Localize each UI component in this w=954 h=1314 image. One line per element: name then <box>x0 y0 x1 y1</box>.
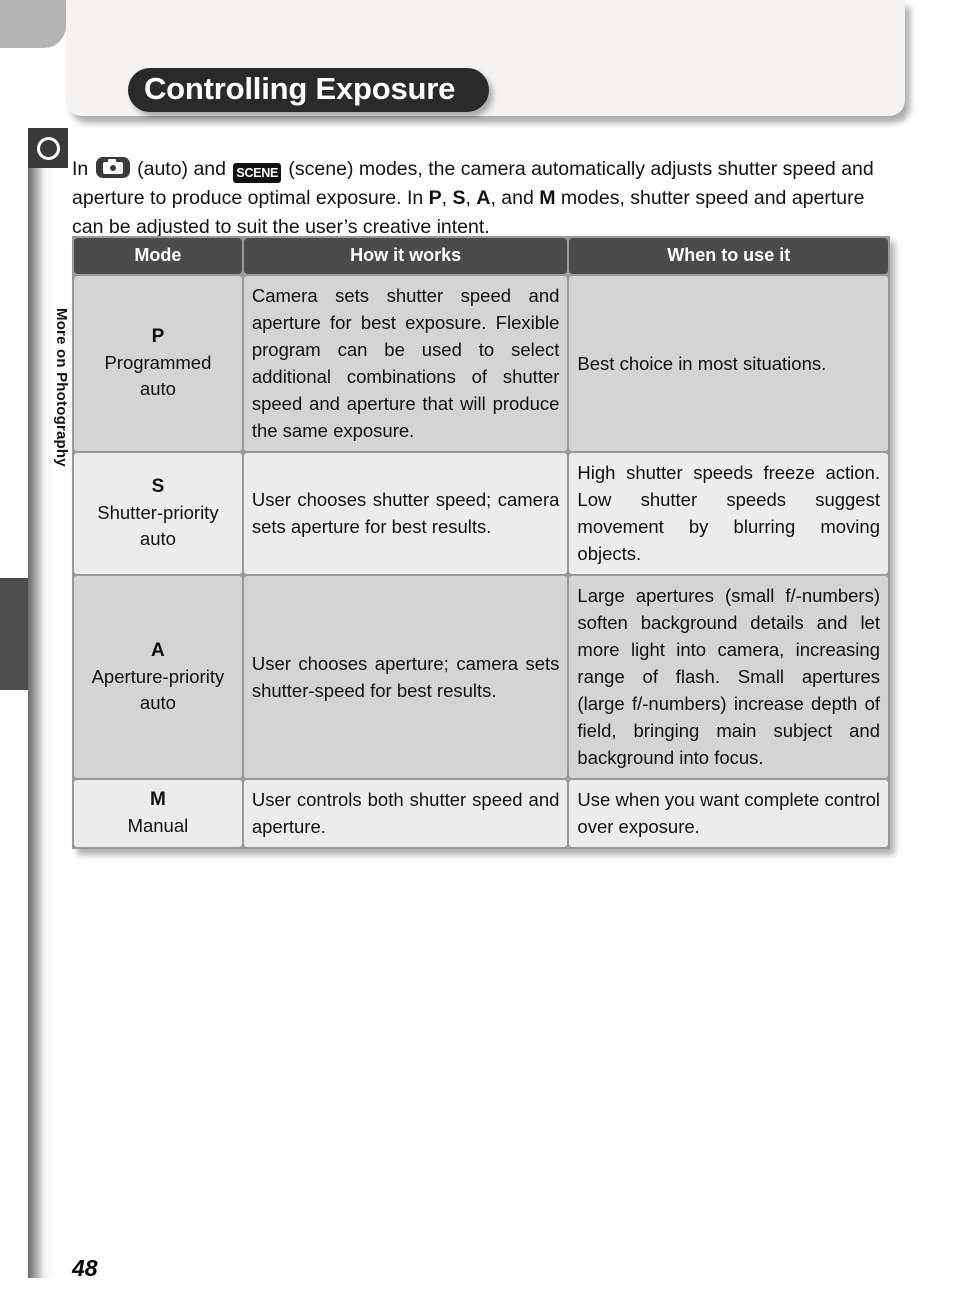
column-header-when-to-use-it: When to use it <box>569 238 888 274</box>
table-row: P Programmed auto Camera sets shutter sp… <box>74 276 888 451</box>
cell-mode: A Aperture-priority auto <box>74 576 242 778</box>
page-title-banner: Controlling Exposure <box>128 68 490 112</box>
table-header-row: Mode How it works When to use it <box>74 238 888 274</box>
column-header-mode: Mode <box>74 238 242 274</box>
mode-name-line1: Programmed <box>104 352 212 373</box>
table-row: M Manual User controls both shutter spee… <box>74 780 888 847</box>
camera-bump-shape <box>107 159 116 163</box>
chapter-side-strip: More on Photography <box>28 128 70 1278</box>
cell-when-to-use-it: High shutter speeds freeze action. Low s… <box>569 453 888 574</box>
cell-how-it-works: User chooses shutter speed; camera sets … <box>243 453 568 574</box>
mode-name-line2: auto <box>139 378 176 399</box>
mode-name-line1: Manual <box>127 815 189 836</box>
table-row: S Shutter-priority auto User chooses shu… <box>74 453 888 574</box>
mode-letter-m-inline: M <box>539 186 556 209</box>
cell-mode: P Programmed auto <box>74 276 242 451</box>
ring-icon <box>28 128 68 168</box>
cell-when-to-use-it: Use when you want complete control over … <box>569 780 888 847</box>
column-header-how-it-works: How it works <box>243 238 568 274</box>
edge-index-tab <box>0 578 28 690</box>
intro-sep-1: , <box>441 186 453 209</box>
ring-icon-shape <box>36 136 60 160</box>
cell-mode: S Shutter-priority auto <box>74 453 242 574</box>
intro-text-2: (auto) and <box>131 157 232 180</box>
mode-name-line1: Shutter-priority <box>97 502 219 523</box>
mode-letter-s-inline: S <box>452 186 466 209</box>
intro-text-1: In <box>72 157 94 180</box>
mode-name-line2: auto <box>139 691 176 713</box>
page-title: Controlling Exposure <box>144 71 456 106</box>
mode-name-line2: auto <box>139 528 176 549</box>
mode-letter: M <box>150 789 166 810</box>
mode-letter: P <box>151 326 165 347</box>
cell-when-to-use-it: Best choice in most situations. <box>569 276 888 451</box>
page-corner-tab <box>0 0 66 48</box>
scene-mode-icon: SCENE <box>233 162 281 183</box>
table-row: A Aperture-priority auto User chooses ap… <box>74 576 888 778</box>
chapter-label: More on Photography <box>53 308 70 467</box>
intro-sep-3: , and <box>490 186 540 209</box>
cell-how-it-works: User controls both shutter speed and ape… <box>243 780 568 847</box>
exposure-mode-table: Mode How it works When to use it P Progr… <box>72 236 890 849</box>
intro-paragraph: In (auto) and SCENE (scene) modes, the c… <box>72 155 900 242</box>
camera-auto-icon <box>95 156 130 178</box>
exposure-mode-table-wrapper: Mode How it works When to use it P Progr… <box>72 236 890 849</box>
cell-how-it-works: Camera sets shutter speed and aperture f… <box>243 276 568 451</box>
page-number: 48 <box>72 1255 98 1281</box>
mode-letter-a-inline: A <box>476 186 491 209</box>
cell-when-to-use-it: Large apertures (small f/-numbers) softe… <box>569 576 888 778</box>
mode-letter: A <box>151 639 165 661</box>
mode-name-line1: Aperture-priority <box>91 665 225 687</box>
camera-lens-shape <box>109 164 116 171</box>
mode-letter: S <box>151 476 165 497</box>
mode-letter-p-inline: P <box>428 186 442 209</box>
cell-mode: M Manual <box>74 780 242 847</box>
intro-sep-2: , <box>465 186 477 209</box>
cell-how-it-works: User chooses aperture; camera sets shutt… <box>243 576 568 778</box>
header-panel: Controlling Exposure <box>66 0 905 116</box>
